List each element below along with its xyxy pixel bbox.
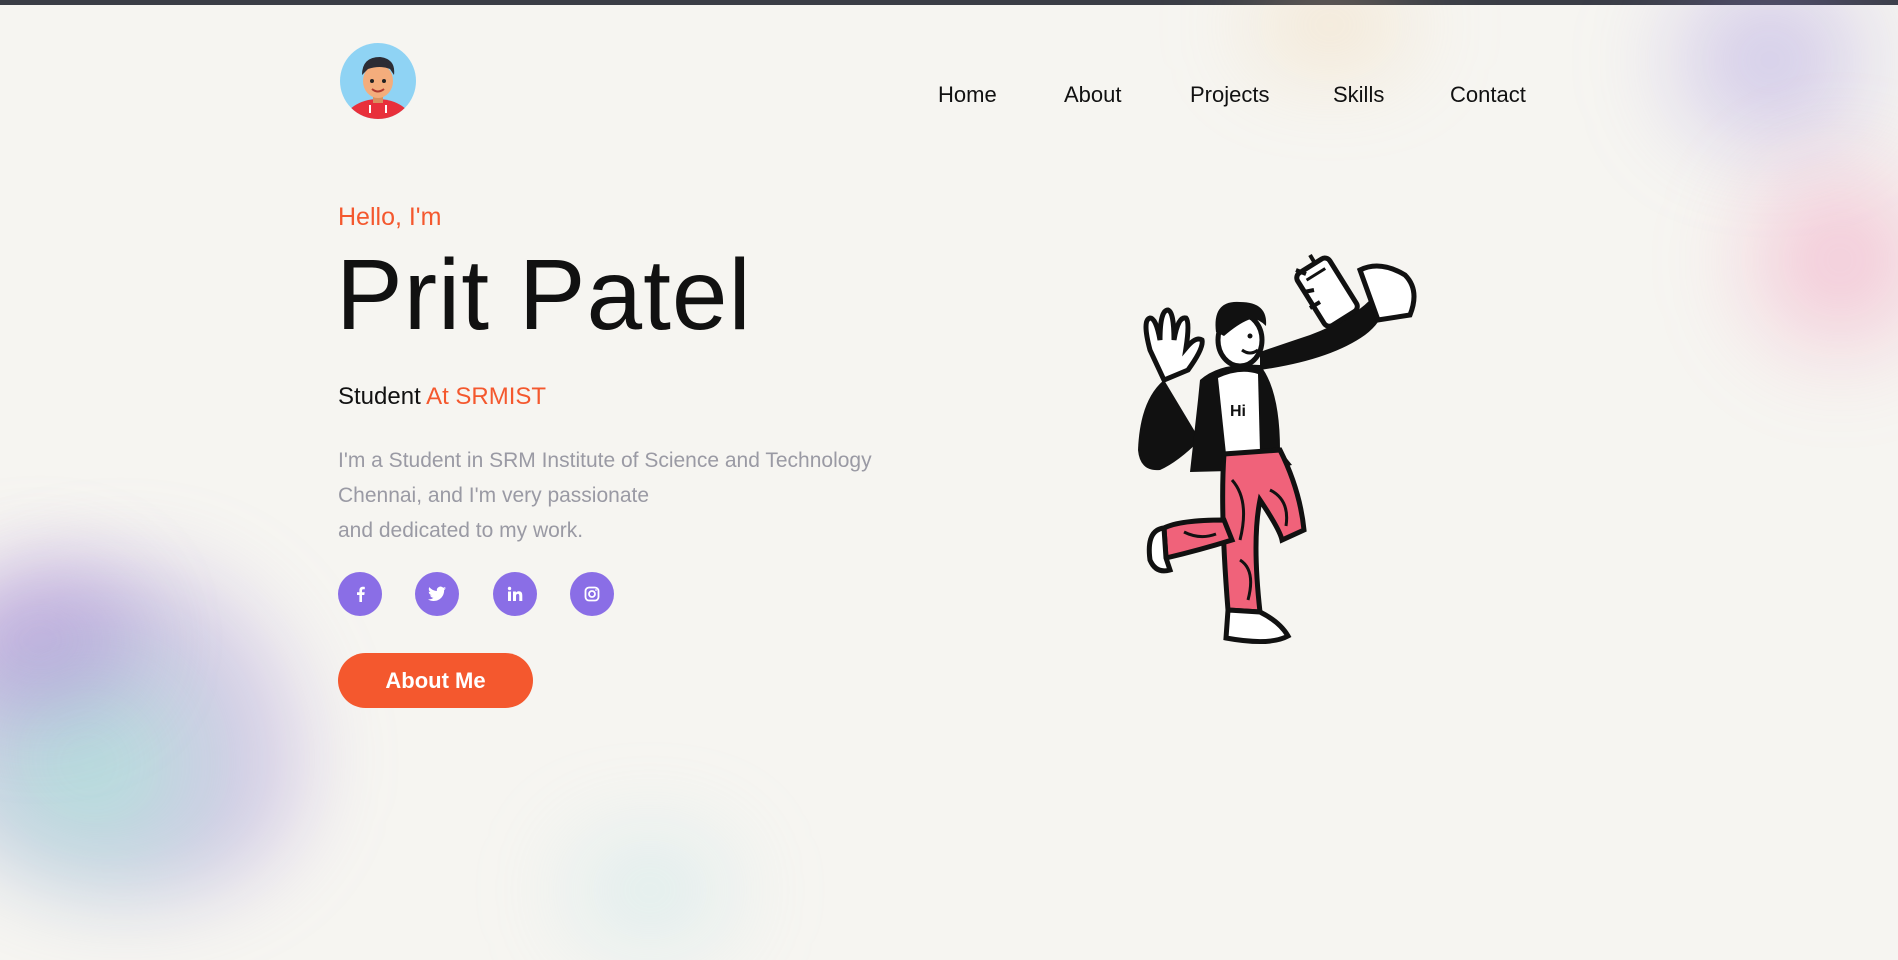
nav-about[interactable]: About (1064, 82, 1122, 108)
role-prefix: Student (338, 383, 421, 410)
role-highlight: At SRMIST (426, 383, 547, 410)
facebook-icon (357, 586, 365, 602)
instagram-icon (584, 586, 600, 602)
linkedin-icon (507, 586, 523, 601)
facebook-link[interactable] (338, 572, 382, 616)
description-line: Chennai, and I'm very passionate (338, 484, 650, 507)
nav-home[interactable]: Home (938, 82, 997, 108)
waving-person-illustration: Hi (1120, 240, 1450, 660)
twitter-icon (428, 586, 446, 601)
top-bar (0, 0, 1898, 5)
linkedin-link[interactable] (493, 572, 537, 616)
hero-description: I'm a Student in SRM Institute of Scienc… (338, 443, 898, 548)
instagram-link[interactable] (570, 572, 614, 616)
nav-projects[interactable]: Projects (1190, 82, 1269, 108)
nav-skills[interactable]: Skills (1333, 82, 1384, 108)
nav-contact[interactable]: Contact (1450, 82, 1526, 108)
twitter-link[interactable] (415, 572, 459, 616)
watercolor-wash (500, 820, 800, 960)
description-line: I'm a Student in SRM Institute of Scienc… (338, 449, 872, 472)
description-line: and dedicated to my work. (338, 519, 584, 542)
watercolor-wash (0, 560, 140, 720)
hero-greeting: Hello, I'm (338, 203, 442, 231)
watercolor-wash (1720, 120, 1898, 400)
hero-role: Student At SRMIST (338, 383, 546, 411)
watercolor-wash (1600, 0, 1898, 160)
hero-name: Prit Patel (336, 239, 752, 351)
about-me-button[interactable]: About Me (338, 653, 533, 708)
shirt-text: Hi (1230, 403, 1246, 420)
watercolor-wash (1180, 0, 1480, 80)
watercolor-wash (0, 560, 340, 900)
avatar[interactable] (340, 43, 416, 119)
